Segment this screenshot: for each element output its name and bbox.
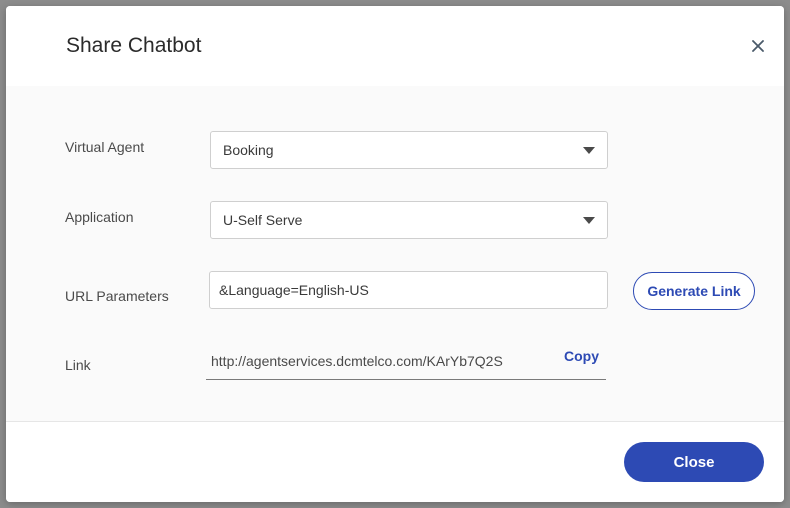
virtual-agent-select[interactable]: Booking [210,131,608,169]
share-chatbot-dialog: Share Chatbot Virtual Agent Booking Appl… [6,6,784,502]
generated-link-text[interactable]: http://agentservices.dcmtelco.com/KArYb7… [211,353,503,369]
url-parameters-label: URL Parameters [65,288,169,304]
dialog-body: Virtual Agent Booking Application U-Self… [6,86,784,422]
application-select[interactable]: U-Self Serve [210,201,608,239]
dialog-title: Share Chatbot [66,34,202,57]
close-button[interactable]: Close [624,442,764,482]
chevron-down-icon [583,217,595,224]
link-field: http://agentservices.dcmtelco.com/KArYb7… [206,346,606,380]
url-parameters-input[interactable] [209,271,608,309]
dialog-header: Share Chatbot [6,6,784,86]
chevron-down-icon [583,147,595,154]
virtual-agent-value: Booking [223,142,274,158]
application-label: Application [65,209,134,225]
close-icon[interactable] [748,36,768,56]
generate-link-button[interactable]: Generate Link [633,272,755,310]
application-value: U-Self Serve [223,212,303,228]
copy-button[interactable]: Copy [564,348,599,364]
dialog-footer: Close [6,422,784,502]
link-label: Link [65,357,91,373]
virtual-agent-label: Virtual Agent [65,139,145,155]
